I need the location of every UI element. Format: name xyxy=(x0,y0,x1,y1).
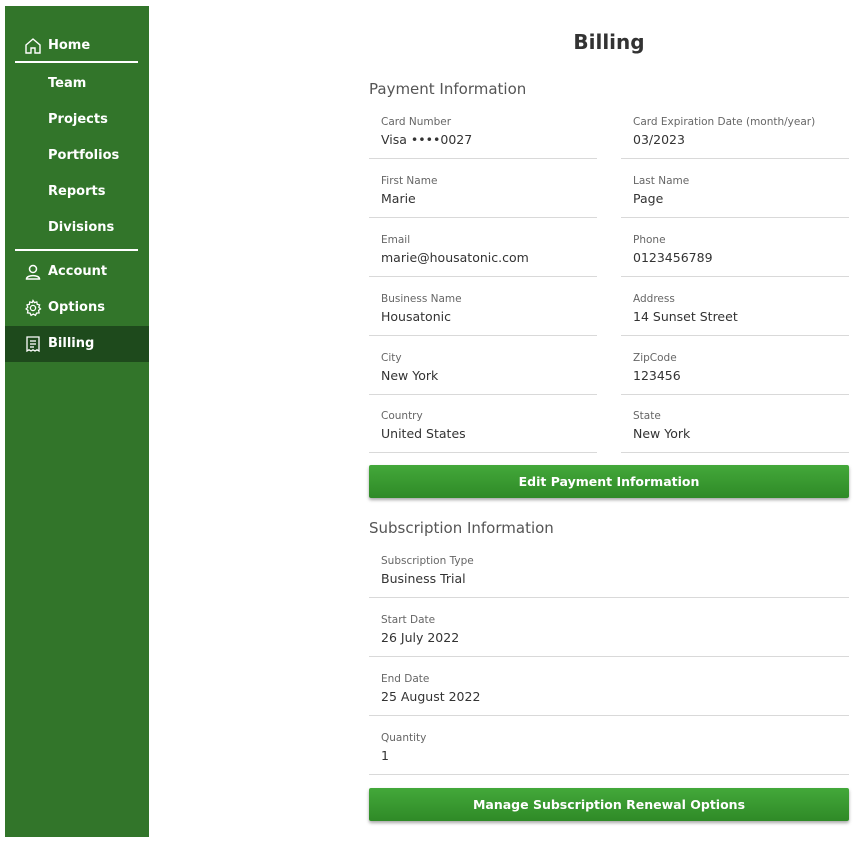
sidebar-item-account[interactable]: Account xyxy=(5,254,149,290)
sidebar-item-label: Divisions xyxy=(48,220,115,235)
quantity-field: Quantity 1 xyxy=(369,726,849,775)
user-icon xyxy=(25,264,41,280)
sidebar-item-options[interactable]: Options xyxy=(5,290,149,326)
phone-field: Phone 0123456789 xyxy=(621,228,849,277)
field-value: United States xyxy=(381,426,466,441)
sidebar-item-label: Home xyxy=(48,38,91,53)
sidebar: Home Team Projects Portfolios Reports Di… xyxy=(5,6,149,837)
zipcode-field: ZipCode 123456 xyxy=(621,346,849,395)
field-label: Address xyxy=(633,293,675,305)
field-value: 1 xyxy=(381,748,389,763)
field-label: Card Expiration Date (month/year) xyxy=(633,116,816,128)
field-label: Subscription Type xyxy=(381,555,474,567)
gear-icon xyxy=(25,299,42,317)
sidebar-item-reports[interactable]: Reports xyxy=(5,174,149,210)
field-label: State xyxy=(633,410,661,422)
start-date-field: Start Date 26 July 2022 xyxy=(369,608,849,657)
card-number-field: Card Number Visa ••••0027 xyxy=(369,110,597,159)
field-value: New York xyxy=(633,426,691,441)
address-field: Address 14 Sunset Street xyxy=(621,287,849,336)
state-field: State New York xyxy=(621,404,849,453)
field-label: Start Date xyxy=(381,614,436,626)
sidebar-item-home[interactable]: Home xyxy=(5,28,149,64)
end-date-field: End Date 25 August 2022 xyxy=(369,667,849,716)
field-label: End Date xyxy=(381,673,430,685)
field-label: City xyxy=(381,352,402,364)
last-name-field: Last Name Page xyxy=(621,169,849,218)
country-field: Country United States xyxy=(369,404,597,453)
field-value: Page xyxy=(633,191,664,206)
field-label: Card Number xyxy=(381,116,452,128)
sidebar-item-label: Team xyxy=(48,76,87,91)
field-value: Visa ••••0027 xyxy=(381,132,473,147)
field-label: First Name xyxy=(381,175,438,187)
sidebar-item-team[interactable]: Team xyxy=(5,66,149,102)
city-field: City New York xyxy=(369,346,597,395)
receipt-icon xyxy=(26,336,40,353)
sidebar-item-projects[interactable]: Projects xyxy=(5,102,149,138)
page-title: Billing xyxy=(573,30,645,54)
sidebar-item-label: Projects xyxy=(48,112,108,127)
sidebar-item-billing[interactable]: Billing xyxy=(5,326,149,362)
sidebar-item-label: Reports xyxy=(48,184,106,199)
field-value: New York xyxy=(381,368,439,383)
field-value: 14 Sunset Street xyxy=(633,309,738,324)
sidebar-item-label: Options xyxy=(48,300,105,315)
field-label: Country xyxy=(381,410,423,422)
email-field: Email marie@housatonic.com xyxy=(369,228,597,277)
card-expiration-field: Card Expiration Date (month/year) 03/202… xyxy=(621,110,849,159)
home-icon xyxy=(25,38,41,54)
field-label: Quantity xyxy=(381,732,427,744)
edit-payment-button[interactable]: Edit Payment Information xyxy=(369,465,849,498)
field-label: Email xyxy=(381,234,411,246)
sidebar-divider xyxy=(15,61,138,63)
field-value: 123456 xyxy=(633,368,681,383)
field-label: Business Name xyxy=(381,293,462,305)
sidebar-item-label: Portfolios xyxy=(48,148,120,163)
sidebar-item-label: Account xyxy=(48,264,108,279)
manage-subscription-button[interactable]: Manage Subscription Renewal Options xyxy=(369,788,849,821)
sidebar-divider xyxy=(15,249,138,251)
sidebar-item-label: Billing xyxy=(48,336,95,351)
field-value: Housatonic xyxy=(381,309,451,324)
first-name-field: First Name Marie xyxy=(369,169,597,218)
field-label: ZipCode xyxy=(633,352,677,364)
subscription-section-title: Subscription Information xyxy=(369,519,554,537)
field-value: marie@housatonic.com xyxy=(381,250,529,265)
sidebar-item-portfolios[interactable]: Portfolios xyxy=(5,138,149,174)
field-label: Phone xyxy=(633,234,666,246)
field-value: 26 July 2022 xyxy=(381,630,460,645)
subscription-type-field: Subscription Type Business Trial xyxy=(369,549,849,598)
field-value: Business Trial xyxy=(381,571,466,586)
business-name-field: Business Name Housatonic xyxy=(369,287,597,336)
sidebar-item-divisions[interactable]: Divisions xyxy=(5,210,149,246)
field-label: Last Name xyxy=(633,175,690,187)
payment-section-title: Payment Information xyxy=(369,80,527,98)
field-value: 25 August 2022 xyxy=(381,689,481,704)
field-value: 03/2023 xyxy=(633,132,685,147)
field-value: 0123456789 xyxy=(633,250,713,265)
field-value: Marie xyxy=(381,191,416,206)
